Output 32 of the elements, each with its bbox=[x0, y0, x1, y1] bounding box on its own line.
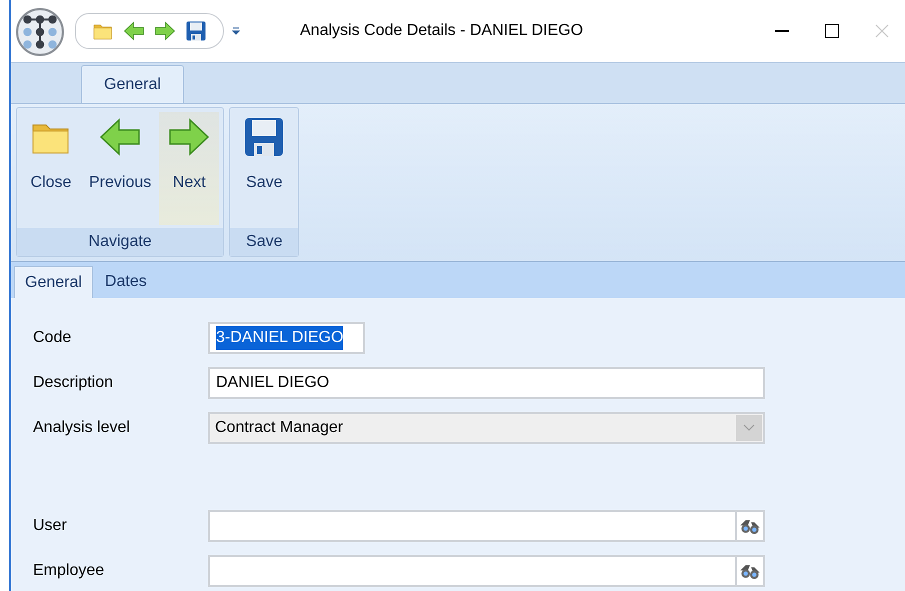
field-label: Description bbox=[33, 373, 114, 393]
tab[interactable]: General bbox=[14, 266, 93, 298]
field-label: User bbox=[33, 516, 68, 536]
close-icon bbox=[875, 24, 889, 38]
quick-access-button[interactable] bbox=[123, 20, 145, 42]
ribbon-button[interactable]: Next bbox=[159, 112, 220, 225]
ribbon-button[interactable]: Save bbox=[234, 112, 294, 225]
text-field[interactable]: DANIEL DIEGO bbox=[208, 367, 765, 399]
lookup-field[interactable] bbox=[208, 510, 737, 542]
text-field[interactable]: 3-DANIEL DIEGO bbox=[208, 322, 365, 354]
window-title: Analysis Code Details - DANIEL DIEGO bbox=[300, 21, 584, 41]
field-label: Analysis level bbox=[33, 418, 131, 438]
ribbon-button[interactable]: Close bbox=[21, 112, 81, 225]
binoculars-icon bbox=[739, 564, 761, 578]
field-label: Code bbox=[33, 328, 72, 348]
ribbon-tab[interactable]: General bbox=[81, 65, 184, 103]
quick-access-button[interactable] bbox=[185, 20, 207, 42]
field-label: Employee bbox=[33, 561, 106, 581]
app-logo-icon[interactable] bbox=[15, 7, 65, 57]
quick-access-button[interactable] bbox=[154, 20, 176, 42]
chevron-down-icon bbox=[743, 424, 755, 432]
ribbon-button[interactable]: Previous bbox=[81, 112, 160, 225]
binoculars-icon bbox=[739, 518, 761, 534]
tab[interactable]: Dates bbox=[92, 266, 159, 298]
group-label: Navigate bbox=[17, 228, 224, 256]
lookup-button[interactable] bbox=[737, 555, 765, 587]
customize-dropdown-icon[interactable] bbox=[232, 27, 240, 35]
lookup-field[interactable] bbox=[208, 555, 737, 587]
lookup-button[interactable] bbox=[737, 510, 765, 542]
arrow-left-icon bbox=[123, 20, 145, 42]
group-label: Save bbox=[230, 228, 298, 256]
arrow-right-icon bbox=[154, 20, 176, 42]
